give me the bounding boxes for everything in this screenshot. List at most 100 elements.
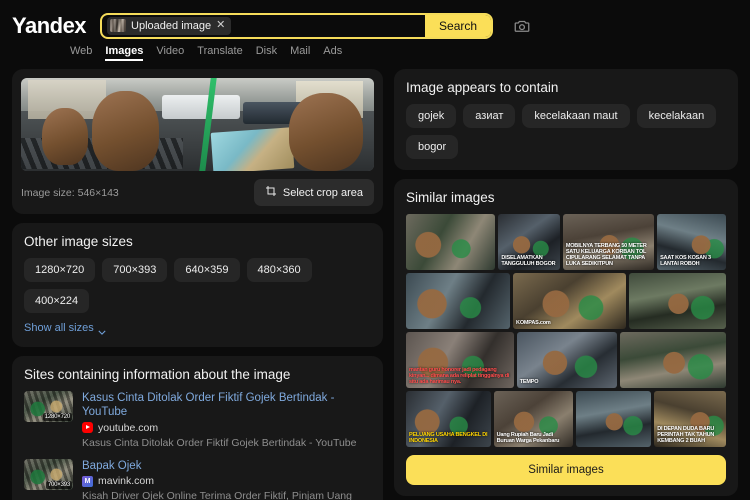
nav-item-images[interactable]: Images xyxy=(105,45,143,61)
uploaded-image-chip-label: Uploaded image xyxy=(131,19,212,32)
similar-images-row: PELUANG USAHA BENGKEL DI INDONESIA Uang R… xyxy=(406,391,726,447)
tag-chip[interactable]: gojek xyxy=(406,104,457,128)
nav-item-translate[interactable]: Translate xyxy=(197,45,242,61)
site-domain-row: youtube.com xyxy=(82,422,371,434)
similar-image-thumbnail[interactable]: mantan guru honorer jadi pedagang kinyan… xyxy=(406,332,514,388)
preview-person-right xyxy=(289,92,364,171)
tag-chip[interactable]: kecelakaan maut xyxy=(522,104,630,128)
thumbnail-caption: DISELAMATKAN TANGGULUH BOGOR xyxy=(501,254,556,267)
site-description: Kasus Cinta Ditolak Order Fiktif Gojek B… xyxy=(82,436,357,449)
thumbnail-size-badge: 700×393 xyxy=(45,480,72,489)
nav-item-video[interactable]: Video xyxy=(156,45,184,61)
thumbnail-art xyxy=(406,273,511,329)
nav-item-ads[interactable]: Ads xyxy=(323,45,342,61)
nav-item-mail[interactable]: Mail xyxy=(290,45,310,61)
size-chip[interactable]: 640×359 xyxy=(174,258,240,282)
search-bar[interactable]: Uploaded image ✕ Search xyxy=(100,12,494,39)
similar-image-thumbnail[interactable] xyxy=(406,214,496,270)
nav-item-disk[interactable]: Disk xyxy=(256,45,277,61)
image-contains-card: Image appears to contain gojek азиат kec… xyxy=(394,69,738,170)
service-nav: Web Images Video Translate Disk Mail Ads xyxy=(0,42,750,61)
similar-image-thumbnail[interactable] xyxy=(629,273,726,329)
similar-image-thumbnail[interactable]: DISELAMATKAN TANGGULUH BOGOR xyxy=(498,214,560,270)
uploaded-image-thumbnail-icon xyxy=(110,19,127,32)
sites-title: Sites containing information about the i… xyxy=(24,367,291,382)
similar-image-thumbnail[interactable]: PELUANG USAHA BENGKEL DI INDONESIA xyxy=(406,391,491,447)
preview-person-left xyxy=(42,107,89,166)
uploaded-image-preview[interactable] xyxy=(21,78,374,171)
site-title-link[interactable]: Kasus Cinta Ditolak Order Fiktif Gojek B… xyxy=(82,391,371,420)
preview-person-center xyxy=(91,91,159,171)
site-list-item[interactable]: 700×393 Bapak Ojek M mavink.com Kisah Dr… xyxy=(24,458,371,500)
similar-image-thumbnail[interactable]: SAAT KOS KOSAN 3 LANTAI ROBOH xyxy=(657,214,726,270)
show-all-sizes-link[interactable]: Show all sizes xyxy=(24,322,106,335)
tag-chip[interactable]: bogor xyxy=(406,135,459,159)
search-button[interactable]: Search xyxy=(425,14,492,37)
select-crop-area-label: Select crop area xyxy=(282,186,363,199)
thumbnail-caption: Uang Rupiah Baru Jadi Buruan Warga Pekan… xyxy=(496,431,560,444)
other-image-sizes-title: Other image sizes xyxy=(24,234,133,249)
site-domain[interactable]: mavink.com xyxy=(98,475,154,487)
thumbnail-caption: TEMPO xyxy=(519,378,539,385)
similar-images-card: Similar images DISELAMATKAN TANGGULUH BO… xyxy=(394,179,738,496)
header: Yandex Uploaded image ✕ Search xyxy=(0,0,750,42)
size-chip[interactable]: 700×393 xyxy=(102,258,168,282)
size-chip[interactable]: 400×224 xyxy=(24,289,90,313)
similar-image-thumbnail[interactable]: TEMPO xyxy=(516,332,618,388)
thumbnail-caption: MOBILNYA TERBANG 50 METER SATU KELUARGA … xyxy=(565,242,647,267)
image-size-text: Image size: 546×143 xyxy=(21,186,119,199)
yandex-image-search-page: Yandex Uploaded image ✕ Search Web Image… xyxy=(0,0,750,500)
similar-image-thumbnail[interactable] xyxy=(406,273,511,329)
thumbnail-size-badge: 1280×720 xyxy=(42,413,72,421)
similar-image-thumbnail[interactable] xyxy=(620,332,726,388)
size-chip[interactable]: 480×360 xyxy=(246,258,312,282)
similar-image-thumbnail[interactable]: Uang Rupiah Baru Jadi Buruan Warga Pekan… xyxy=(493,391,573,447)
preview-banknotes xyxy=(210,127,295,171)
uploaded-image-card: Image size: 546×143 Select crop area xyxy=(12,69,383,214)
site-list-item[interactable]: 1280×720 Kasus Cinta Ditolak Order Fikti… xyxy=(24,391,371,450)
nav-item-web[interactable]: Web xyxy=(70,45,92,61)
similar-images-row: DISELAMATKAN TANGGULUH BOGOR MOBILNYA TER… xyxy=(406,214,726,270)
show-all-sizes-label: Show all sizes xyxy=(24,322,94,334)
thumbnail-art xyxy=(406,214,496,270)
site-domain-row: M mavink.com xyxy=(82,475,371,487)
site-info: Kasus Cinta Ditolak Order Fiktif Gojek B… xyxy=(82,391,371,450)
site-info: Bapak Ojek M mavink.com Kisah Driver Oje… xyxy=(82,459,371,500)
similar-images-title: Similar images xyxy=(406,190,495,205)
size-chip[interactable]: 1280×720 xyxy=(24,258,96,282)
tag-chip[interactable]: азиат xyxy=(463,104,516,128)
similar-image-thumbnail[interactable]: DI DEPAN DUDA BARU PERINTAH TAK TAHUN KE… xyxy=(654,391,726,447)
mavink-favicon: M xyxy=(82,475,93,487)
similar-images-button[interactable]: Similar images xyxy=(406,455,726,485)
uploaded-image-footer: Image size: 546×143 Select crop area xyxy=(21,179,374,206)
site-thumbnail[interactable]: 700×393 xyxy=(24,458,73,490)
thumbnail-caption: KOMPAS.com xyxy=(516,319,551,326)
thumbnail-art xyxy=(620,332,726,388)
yandex-logo[interactable]: Yandex xyxy=(12,14,87,37)
close-icon[interactable]: ✕ xyxy=(216,20,225,31)
crop-icon xyxy=(265,185,277,200)
other-image-sizes-card: Other image sizes 1280×720 700×393 640×3… xyxy=(12,223,383,347)
similar-image-thumbnail[interactable]: MOBILNYA TERBANG 50 METER SATU KELUARGA … xyxy=(562,214,655,270)
similar-image-thumbnail[interactable]: KOMPAS.com xyxy=(513,273,627,329)
thumbnail-art xyxy=(575,391,652,447)
select-crop-area-button[interactable]: Select crop area xyxy=(253,179,374,206)
tag-chip[interactable]: kecelakaan xyxy=(636,104,717,128)
thumbnail-art xyxy=(629,273,726,329)
site-thumbnail[interactable]: 1280×720 xyxy=(24,391,73,422)
similar-image-thumbnail[interactable] xyxy=(575,391,652,447)
youtube-favicon xyxy=(82,422,93,434)
site-domain[interactable]: youtube.com xyxy=(98,422,158,434)
left-column: Image size: 546×143 Select crop area Oth… xyxy=(12,69,383,500)
right-column: Image appears to contain gojek азиат kec… xyxy=(394,69,738,500)
thumbnail-caption: DI DEPAN DUDA BARU PERINTAH TAK TAHUN KE… xyxy=(657,425,715,444)
search-input[interactable]: Uploaded image ✕ xyxy=(102,15,425,37)
similar-images-grid: DISELAMATKAN TANGGULUH BOGOR MOBILNYA TER… xyxy=(406,214,726,447)
camera-icon[interactable] xyxy=(513,17,531,35)
size-chip-list: 1280×720 700×393 640×359 480×360 400×224 xyxy=(24,258,371,313)
uploaded-image-chip[interactable]: Uploaded image ✕ xyxy=(107,16,232,35)
image-contains-title: Image appears to contain xyxy=(406,80,559,95)
site-title-link[interactable]: Bapak Ojek xyxy=(82,459,371,473)
thumbnail-caption: SAAT KOS KOSAN 3 LANTAI ROBOH xyxy=(660,254,711,267)
preview-van xyxy=(162,94,240,119)
